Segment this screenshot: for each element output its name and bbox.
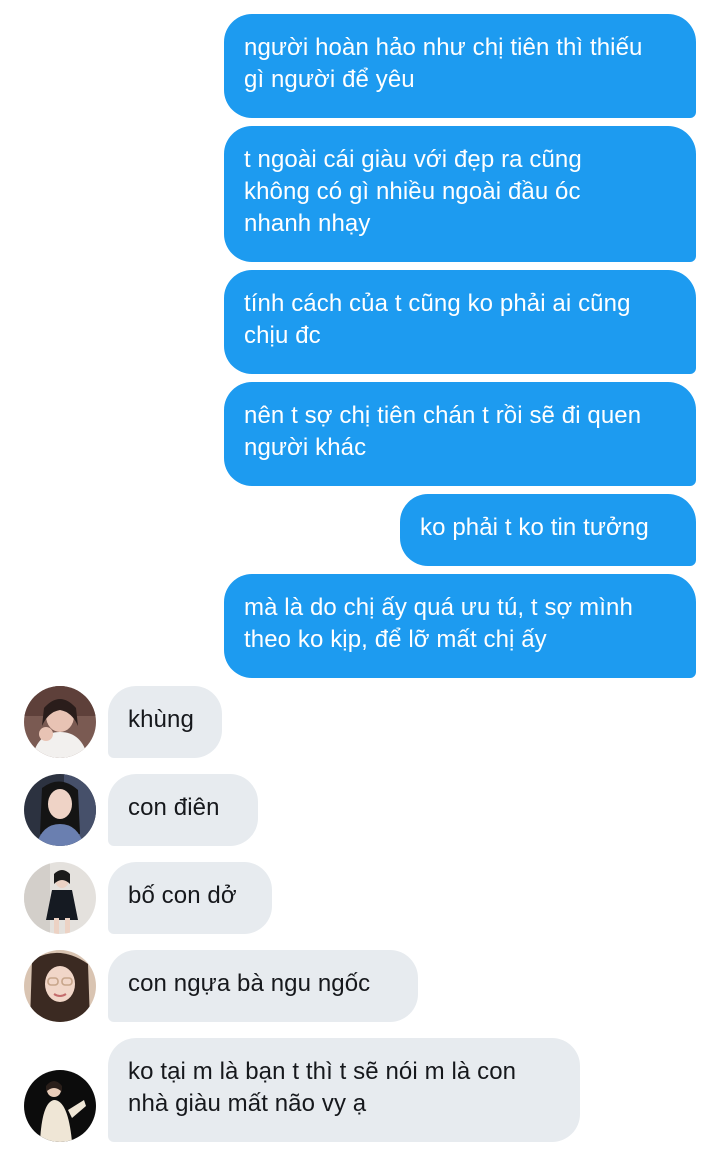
sender-avatar[interactable] <box>24 686 96 758</box>
received-message-bubble[interactable]: con điên <box>108 774 258 846</box>
received-message-bubble[interactable]: ko tại m là bạn t thì t sẽ nói m là con … <box>108 1038 580 1142</box>
sender-avatar[interactable] <box>24 1070 96 1142</box>
sender-avatar[interactable] <box>24 862 96 934</box>
sent-message-bubble[interactable]: người hoàn hảo như chị tiên thì thiếu gì… <box>224 14 696 118</box>
sender-avatar[interactable] <box>24 950 96 1022</box>
received-message-bubble[interactable]: khùng <box>108 686 222 758</box>
sent-message-bubble[interactable]: tính cách của t cũng ko phải ai cũng chị… <box>224 270 696 374</box>
received-message-bubble[interactable]: con ngựa bà ngu ngốc <box>108 950 418 1022</box>
sent-message-bubble[interactable]: ko phải t ko tin tưởng <box>400 494 696 566</box>
sent-message-bubble[interactable]: t ngoài cái giàu với đẹp ra cũng không c… <box>224 126 696 262</box>
sender-avatar[interactable] <box>24 774 96 846</box>
received-message-bubble[interactable]: bố con dở <box>108 862 272 934</box>
sent-message-bubble[interactable]: nên t sợ chị tiên chán t rồi sẽ đi quen … <box>224 382 696 486</box>
sent-message-bubble[interactable]: mà là do chị ấy quá ưu tú, t sợ mình the… <box>224 574 696 678</box>
